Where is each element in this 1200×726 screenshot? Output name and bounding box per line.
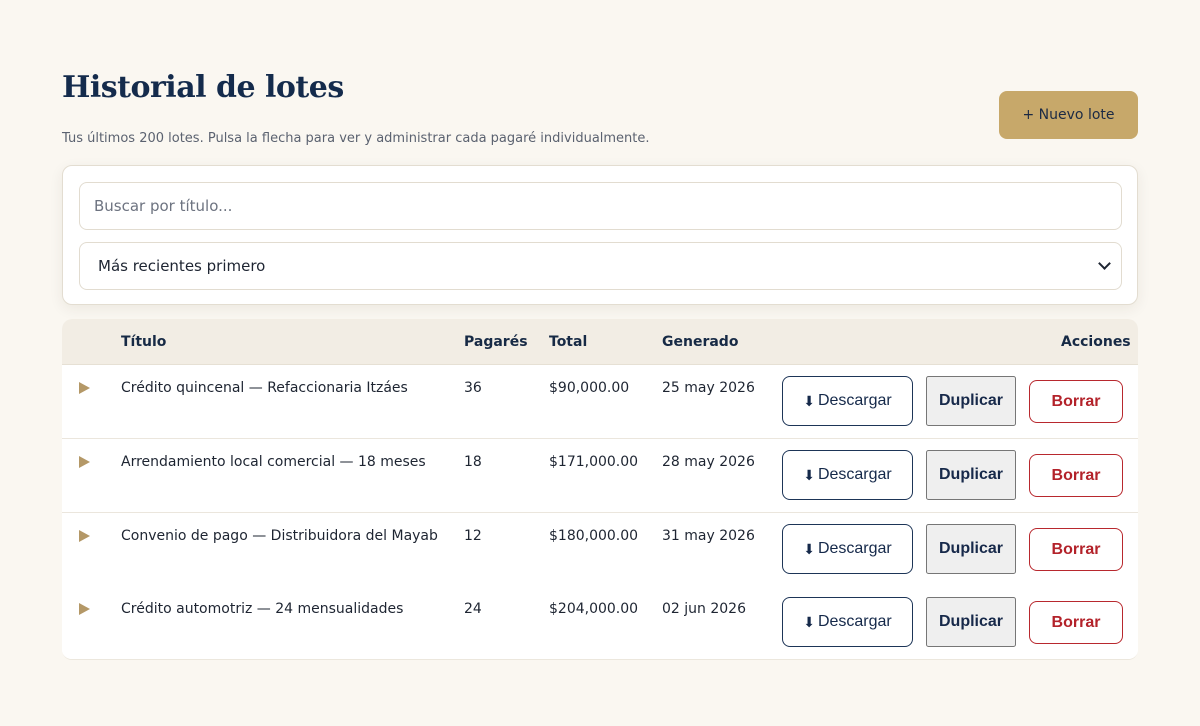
page-subtitle: Tus últimos 200 lotes. Pulsa la flecha p… <box>62 131 650 146</box>
download-button[interactable]: ⬇ Descargar <box>782 524 913 574</box>
download-button[interactable]: ⬇ Descargar <box>782 597 913 647</box>
row-generated: 02 jun 2026 <box>662 601 746 617</box>
duplicate-button[interactable]: Duplicar <box>926 376 1016 426</box>
row-title: Crédito automotriz — 24 mensualidades <box>121 601 404 617</box>
download-label: Descargar <box>817 392 892 409</box>
expand-arrow-icon[interactable] <box>79 456 90 468</box>
row-total: $171,000.00 <box>549 454 639 470</box>
table-row: Crédito automotriz — 24 mensualidades 24… <box>62 586 1138 659</box>
download-label: Descargar <box>817 466 892 483</box>
column-header-notes: Pagarés <box>464 334 528 350</box>
row-notes-count: 24 <box>464 601 482 617</box>
search-input[interactable] <box>79 182 1122 230</box>
row-notes-count: 36 <box>464 380 482 396</box>
download-button[interactable]: ⬇ Descargar <box>782 376 913 426</box>
new-batch-button[interactable]: + Nuevo lote <box>999 91 1138 139</box>
sort-select-value: Más recientes primero <box>98 257 266 275</box>
row-total: $180,000.00 <box>549 528 639 544</box>
table-row: Convenio de pago — Distribuidora del May… <box>62 513 1138 587</box>
duplicate-button[interactable]: Duplicar <box>926 450 1016 500</box>
download-icon: ⬇ <box>803 540 815 557</box>
row-title: Crédito quincenal — Refaccionaria Itzáes <box>121 380 408 396</box>
row-total: $204,000.00 <box>549 601 639 617</box>
column-header-actions: Acciones <box>1061 334 1131 350</box>
delete-button[interactable]: Borrar <box>1029 528 1123 571</box>
column-header-title: Título <box>121 334 167 350</box>
row-generated: 28 may 2026 <box>662 454 755 470</box>
sort-select[interactable]: Más recientes primero <box>79 242 1122 290</box>
download-button[interactable]: ⬇ Descargar <box>782 450 913 500</box>
download-icon: ⬇ <box>803 392 815 409</box>
expand-arrow-icon[interactable] <box>79 382 90 394</box>
row-notes-count: 18 <box>464 454 482 470</box>
chevron-down-icon <box>1098 257 1111 270</box>
table-row: Crédito quincenal — Refaccionaria Itzáes… <box>62 365 1138 439</box>
delete-button[interactable]: Borrar <box>1029 454 1123 497</box>
page-title: Historial de lotes <box>62 70 344 105</box>
row-notes-count: 12 <box>464 528 482 544</box>
row-total: $90,000.00 <box>549 380 630 396</box>
download-icon: ⬇ <box>803 613 815 630</box>
duplicate-button[interactable]: Duplicar <box>926 524 1016 574</box>
duplicate-button[interactable]: Duplicar <box>926 597 1016 647</box>
row-generated: 31 may 2026 <box>662 528 755 544</box>
delete-button[interactable]: Borrar <box>1029 601 1123 644</box>
column-header-total: Total <box>549 334 588 350</box>
download-label: Descargar <box>817 613 892 630</box>
row-generated: 25 may 2026 <box>662 380 755 396</box>
row-title: Convenio de pago — Distribuidora del May… <box>121 528 438 544</box>
filter-card: Más recientes primero <box>62 165 1138 305</box>
download-icon: ⬇ <box>803 466 815 483</box>
table-header: Título Pagarés Total Generado Acciones <box>62 319 1138 365</box>
delete-button[interactable]: Borrar <box>1029 380 1123 423</box>
expand-arrow-icon[interactable] <box>79 530 90 542</box>
row-title: Arrendamiento local comercial — 18 meses <box>121 454 426 470</box>
download-label: Descargar <box>817 540 892 557</box>
expand-arrow-icon[interactable] <box>79 603 90 615</box>
column-header-generated: Generado <box>662 334 739 350</box>
batches-table: Título Pagarés Total Generado Acciones C… <box>62 319 1138 660</box>
table-row: Arrendamiento local comercial — 18 meses… <box>62 439 1138 513</box>
